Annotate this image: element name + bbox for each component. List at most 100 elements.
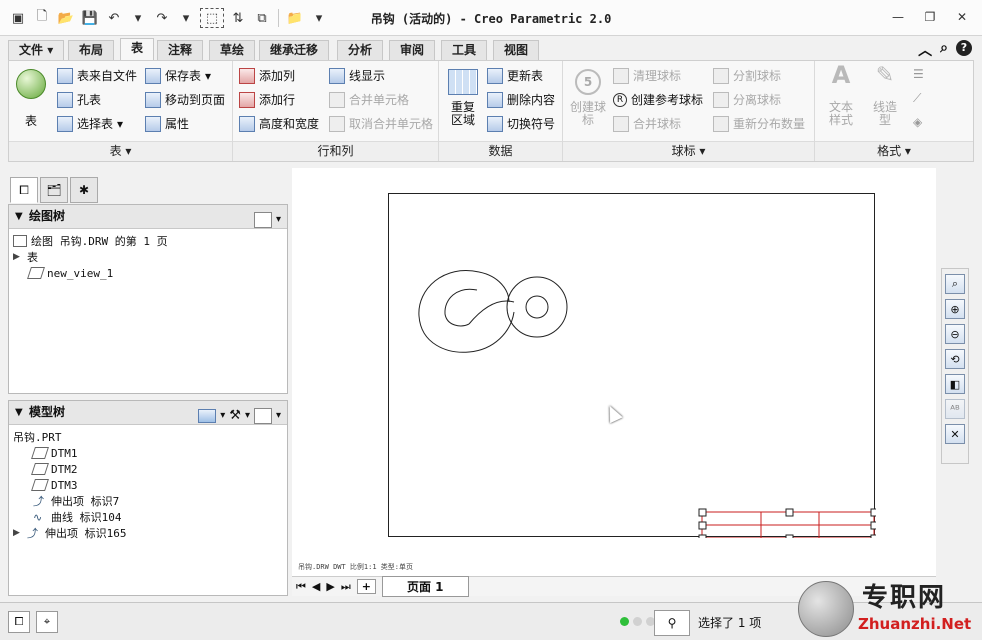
tab-layout[interactable]: 布局 <box>68 40 115 60</box>
line-display-button[interactable]: 线显示 <box>329 67 385 84</box>
text-style-label: 文本 样式 <box>828 100 853 127</box>
tab-review[interactable]: 审阅 <box>389 40 436 60</box>
zoom-in-icon[interactable]: ⊕ <box>945 299 965 319</box>
refit-icon[interactable]: ⌕ <box>945 274 965 294</box>
view-row[interactable]: new_view_1 <box>13 265 287 281</box>
move-to-page-button[interactable]: 移动到页面 <box>145 91 225 108</box>
close-icon[interactable]: ✕ <box>950 8 974 26</box>
protrusion-row[interactable]: ▶ ⤴ 伸出项 标识165 <box>13 525 287 541</box>
collapse-ribbon-icon[interactable]: ︿ <box>918 40 932 60</box>
datum-display-icon[interactable]: ✕ <box>945 424 965 444</box>
symbol-gallery-icon[interactable]: ◈ <box>913 115 929 131</box>
add-column-button[interactable]: 添加列 <box>239 67 295 84</box>
add-row-button[interactable]: 添加行 <box>239 91 295 108</box>
last-page-icon[interactable]: ⏭ <box>341 580 351 594</box>
table-grips[interactable] <box>698 508 876 538</box>
toggle-symbol-button[interactable]: 切换符号 <box>487 115 555 132</box>
table-from-file-button[interactable]: 表来自文件 <box>57 67 137 84</box>
folder-browser-tab-icon[interactable]: 🗂 <box>40 177 68 203</box>
annotation-display-icon[interactable]: ᴬᴮ <box>945 399 965 419</box>
tab-legacy-migration[interactable]: 继承迁移 <box>259 40 330 60</box>
arrow-style-icon[interactable]: ⟋ <box>913 91 929 107</box>
navigator-toggle-icon[interactable]: ⧠ <box>8 611 30 633</box>
protrusion-row[interactable]: ⤴ 伸出项 标识7 <box>13 493 287 509</box>
help-icon[interactable]: ? <box>956 40 972 56</box>
next-page-icon[interactable]: ▶ <box>326 580 334 593</box>
favorites-tab-icon[interactable]: ✱ <box>70 177 98 203</box>
merge-cells-button[interactable]: 合并单元格 <box>329 91 409 108</box>
tab-file[interactable]: 文件 ▾ <box>8 40 65 60</box>
first-page-icon[interactable]: ⏮ <box>296 580 306 594</box>
redistribute-qty-button[interactable]: 重新分布数量 <box>713 115 805 132</box>
redistribute-qty-label: 重新分布数量 <box>733 117 806 131</box>
clean-balloons-button[interactable]: 清理球标 <box>613 67 681 84</box>
tab-tools[interactable]: 工具 <box>441 40 488 60</box>
find-icon[interactable]: ⚲ <box>654 610 690 636</box>
group-table-label[interactable]: 表 ▾ <box>9 141 232 161</box>
hole-table-label: 孔表 <box>77 93 102 107</box>
height-width-button[interactable]: 高度和宽度 <box>239 115 319 132</box>
clean-balloons-label: 清理球标 <box>633 69 682 83</box>
repeat-region-button[interactable]: 重复 区域 <box>443 69 483 127</box>
detach-balloon-button[interactable]: 分离球标 <box>713 91 781 108</box>
hole-table-button[interactable]: 孔表 <box>57 91 101 108</box>
text-style-button[interactable]: A 文本 样式 <box>821 63 861 127</box>
model-display-icon[interactable] <box>198 408 217 423</box>
part-row[interactable]: 吊钩.PRT <box>13 429 287 445</box>
tree-settings-dropdown-icon[interactable]: ▾ <box>276 208 281 231</box>
display-style-icon[interactable]: ◧ <box>945 374 965 394</box>
page-tab[interactable]: 页面 1 <box>381 576 469 597</box>
tab-annotate[interactable]: 注释 <box>157 40 204 60</box>
model-tree-header[interactable]: ▼ 模型树 ▾ ⚒ ▾ ▾ <box>9 401 287 425</box>
datum-plane-row[interactable]: DTM3 <box>13 477 287 493</box>
tools-dropdown-icon[interactable]: ▾ <box>245 404 250 427</box>
add-page-icon[interactable]: + <box>356 579 376 594</box>
prev-page-icon[interactable]: ◀ <box>312 580 320 593</box>
drawing-tree-header[interactable]: ▼ 绘图树 ▾ <box>9 205 287 229</box>
tree-settings-icon[interactable] <box>253 407 272 424</box>
expand-icon[interactable]: ▶ <box>13 528 23 538</box>
tree-settings-dropdown-icon[interactable]: ▾ <box>276 404 281 427</box>
drawing-sheet[interactable] <box>388 193 876 538</box>
create-balloon-button[interactable]: 5 创建球 标 <box>567 69 609 127</box>
tab-view[interactable]: 视图 <box>493 40 540 60</box>
add-row-icon <box>239 91 255 108</box>
drawing-sheet-row[interactable]: 绘图 吊钩.DRW 的第 1 页 <box>13 233 287 249</box>
search-icon[interactable]: ⌕ <box>940 40 948 60</box>
datum-plane-row[interactable]: DTM2 <box>13 461 287 477</box>
tables-row[interactable]: ▶ 表 <box>13 249 287 265</box>
datum-plane-row[interactable]: DTM1 <box>13 445 287 461</box>
tab-sketch[interactable]: 草绘 <box>209 40 256 60</box>
tools-icon[interactable]: ⚒ <box>229 404 241 427</box>
restore-icon[interactable]: ❐ <box>918 8 942 26</box>
delete-content-button[interactable]: 删除内容 <box>487 91 555 108</box>
expand-icon[interactable]: ▶ <box>13 252 23 262</box>
minimize-icon[interactable]: — <box>886 8 910 26</box>
group-format-label[interactable]: 格式 ▾ <box>815 141 973 161</box>
update-table-button[interactable]: 更新表 <box>487 67 543 84</box>
hook-tip-curve <box>478 271 510 303</box>
merge-balloons-button[interactable]: 合并球标 <box>613 115 681 132</box>
status-lights <box>620 617 655 626</box>
tab-analysis[interactable]: 分析 <box>337 40 384 60</box>
tab-table[interactable]: 表 <box>120 38 155 60</box>
create-ref-balloon-button[interactable]: R 创建参考球标 <box>613 91 703 108</box>
select-table-label: 选择表 <box>77 117 114 131</box>
browser-toggle-icon[interactable]: ⌖ <box>36 611 58 633</box>
model-display-dropdown-icon[interactable]: ▾ <box>220 404 225 427</box>
curve-row[interactable]: ∿ 曲线 标识104 <box>13 509 287 525</box>
properties-button[interactable]: 属性 <box>145 115 189 132</box>
zoom-out-icon[interactable]: ⊖ <box>945 324 965 344</box>
unmerge-cells-button[interactable]: 取消合并单元格 <box>329 115 433 132</box>
save-table-button[interactable]: 保存表 ▾ <box>145 67 211 84</box>
table-big-button[interactable]: 表 <box>15 69 47 128</box>
select-table-button[interactable]: 选择表 ▾ <box>57 115 123 132</box>
hatch-icon[interactable]: ☰ <box>913 67 929 83</box>
repaint-icon[interactable]: ⟲ <box>945 349 965 369</box>
group-balloons-label[interactable]: 球标 ▾ <box>563 141 814 161</box>
split-balloon-button[interactable]: 分割球标 <box>713 67 781 84</box>
tree-settings-icon[interactable] <box>253 211 272 228</box>
model-tree-tab-icon[interactable]: ⧠ <box>10 177 38 203</box>
line-style-button[interactable]: ✎ 线造 型 <box>865 65 905 127</box>
protrusion-icon: ⤴ <box>33 495 44 508</box>
